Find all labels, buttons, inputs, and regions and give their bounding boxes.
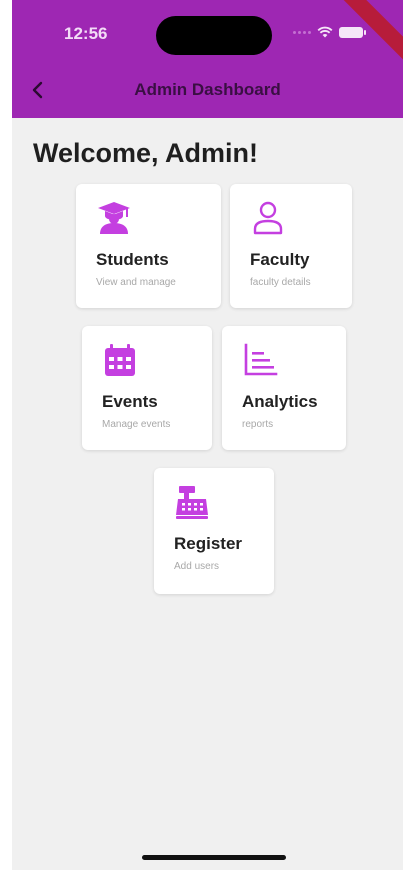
status-indicators [293, 26, 366, 38]
student-graduation-icon [98, 202, 130, 234]
students-card-title: Students [96, 250, 169, 269]
register-card-title: Register [174, 534, 243, 553]
events-card-title: Events [102, 392, 158, 411]
welcome-heading: Welcome, Admin! [33, 138, 259, 168]
battery-icon [339, 26, 366, 38]
events-card[interactable]: Events Manage events [82, 326, 212, 450]
signal-icon [293, 30, 311, 34]
students-card[interactable]: Students View and manage [76, 184, 221, 308]
register-card[interactable]: Register Add users [154, 468, 274, 594]
dynamic-island [156, 16, 272, 55]
analytics-card-title: Analytics [242, 392, 318, 411]
calendar-icon [105, 344, 135, 376]
analytics-card[interactable]: Analytics reports [222, 326, 346, 450]
wifi-icon [317, 26, 333, 38]
students-card-subtitle: View and manage [96, 277, 176, 288]
page-title: Admin Dashboard [134, 80, 281, 99]
app-bar: 12:56 Admin Dashboard [12, 0, 403, 118]
screen: 12:56 Admin Dashboard Welcome, Admin! St… [12, 0, 403, 870]
faculty-card-subtitle: faculty details [250, 277, 311, 288]
analytics-chart-icon [244, 343, 278, 376]
events-card-subtitle: Manage events [102, 419, 171, 430]
status-time: 12:56 [64, 24, 108, 43]
faculty-card-title: Faculty [250, 250, 310, 269]
analytics-card-subtitle: reports [242, 419, 274, 430]
person-icon [253, 201, 283, 235]
home-indicator[interactable] [142, 855, 286, 860]
register-icon [176, 486, 208, 519]
faculty-card[interactable]: Faculty faculty details [230, 184, 352, 308]
register-card-subtitle: Add users [174, 561, 220, 572]
